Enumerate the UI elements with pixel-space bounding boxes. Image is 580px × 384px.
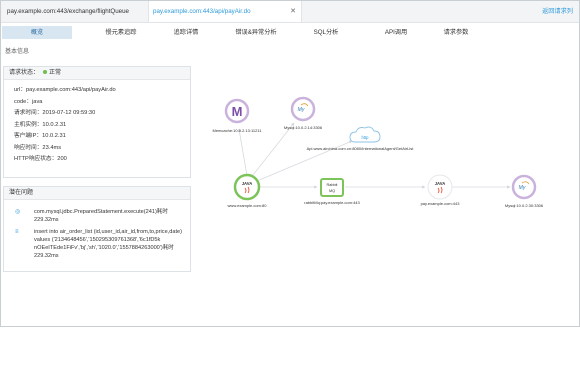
mysql-icon: My	[298, 107, 305, 113]
node-mysql-top[interactable]: My Mysql:10.0.2.14:3306	[284, 96, 323, 130]
list-icon: ≡	[15, 229, 19, 235]
node-memcache-label: Memcache:10.0.2.13:11211	[213, 128, 263, 133]
node-mysql-right[interactable]: My Mysql:10.0.2.30:3306	[505, 174, 544, 208]
node-java-pay[interactable]: JAVA pay.example.com:443	[421, 174, 461, 206]
potential-issues-card: 潜在问题 ◎ com.mysql.jdbc.PreparedStatement.…	[3, 186, 191, 272]
node-rabbitmq-label: rabbitMq:pay.example.com:443	[304, 200, 360, 205]
memcache-icon: M	[232, 104, 243, 119]
field-code: code：java	[14, 98, 43, 105]
topology-graph: M Memcache:10.0.2.13:11211 My Mysql:10.0…	[197, 41, 579, 326]
issue-text: insert into air_order_list (id,user_id,a…	[34, 229, 182, 259]
tab-bar: pay.example.com:443/exchange/flightQueue…	[1, 1, 579, 23]
node-memcache[interactable]: M Memcache:10.0.2.13:11211	[213, 98, 263, 133]
edge-www-memcache	[237, 128, 248, 177]
tab-pay-air[interactable]: pay.example.com:443/api/payAir.do ✕	[148, 1, 302, 22]
http-cloud-icon: http	[362, 135, 370, 140]
detail-subtabs: 概览 慢元素追踪 追踪详情 错误&异常分析 SQL分析 API调用 请求参数	[1, 23, 579, 41]
node-java-pay-label: pay.example.com:443	[421, 201, 461, 206]
left-panel: 基本信息 请求状态： 正常 url：pay.example.com:443/api…	[1, 42, 196, 326]
tab-sql-analysis[interactable]: SQL分析	[301, 26, 351, 39]
issue-item[interactable]: ≡ insert into air_order_list (id,user_id…	[4, 228, 190, 260]
field-request-time: 请求时间：2019-07-12 09:59:30	[14, 110, 96, 116]
issue-item[interactable]: ◎ com.mysql.jdbc.PreparedStatement.execu…	[4, 208, 190, 224]
field-http-status: HTTP响应状态：200	[14, 156, 67, 162]
tab-api-calls[interactable]: API调用	[371, 26, 421, 39]
issue-text: com.mysql.jdbc.PreparedStatement.execute…	[34, 209, 168, 223]
tab-pay-air-label: pay.example.com:443/api/payAir.do	[153, 8, 251, 15]
basic-info-title: 基本信息	[5, 49, 30, 55]
tab-request-params[interactable]: 请求参数	[431, 26, 481, 39]
status-ok-icon	[43, 70, 48, 75]
potential-issues-title: 潜在问题	[4, 187, 190, 200]
node-http[interactable]: http Api.www.airchina.com.cn:8080/Intern…	[307, 126, 415, 151]
request-status-label: 请求状态：	[9, 70, 40, 76]
java-icon: JAVA	[242, 181, 253, 186]
field-host-instance: 主机实例：10.0.2.31	[14, 121, 67, 128]
tab-slow-element-trace[interactable]: 慢元素追踪	[91, 26, 151, 39]
tab-overview[interactable]: 概览	[2, 26, 72, 39]
tab-error-analysis[interactable]: 错误&异常分析	[221, 26, 291, 39]
field-client-ip: 客户端IP：10.0.2.31	[14, 133, 66, 139]
field-response-time: 响应时间：23.4ms	[14, 144, 62, 151]
request-status-row: 请求状态： 正常	[4, 67, 190, 80]
request-status-value: 正常	[49, 70, 62, 76]
rabbitmq-icon-sub: MQ	[329, 189, 335, 193]
java-icon: JAVA	[435, 181, 446, 186]
close-icon[interactable]: ✕	[290, 1, 296, 22]
browser-frame: pay.example.com:443/exchange/flightQueue…	[0, 0, 580, 327]
tab-flight-queue[interactable]: pay.example.com:443/exchange/flightQueue	[1, 1, 152, 22]
mysql-icon: My	[519, 185, 526, 191]
node-java-www-label: www.example.com:80	[228, 203, 268, 208]
basic-info-card: 请求状态： 正常 url：pay.example.com:443/api/payA…	[3, 66, 191, 178]
node-http-label: Api.www.airchina.com.cn:8080/Internation…	[307, 146, 415, 151]
node-mysql-top-label: Mysql:10.0.2.14:3306	[284, 125, 323, 130]
rabbitmq-icon: Rabbit	[327, 183, 339, 187]
topology-svg: M Memcache:10.0.2.13:11211 My Mysql:10.0…	[213, 96, 544, 208]
node-rabbitmq[interactable]: Rabbit MQ rabbitMq:pay.example.com:443	[304, 178, 361, 205]
tab-trace-details[interactable]: 追踪详情	[156, 26, 216, 39]
return-request-list-link[interactable]: 返回请求列	[542, 1, 573, 22]
target-icon: ◎	[15, 209, 21, 215]
node-java-www[interactable]: JAVA www.example.com:80	[228, 173, 268, 208]
node-mysql-right-label: Mysql:10.0.2.30:3306	[505, 203, 544, 208]
field-url: url：pay.example.com:443/api/payAir.do	[14, 87, 116, 93]
